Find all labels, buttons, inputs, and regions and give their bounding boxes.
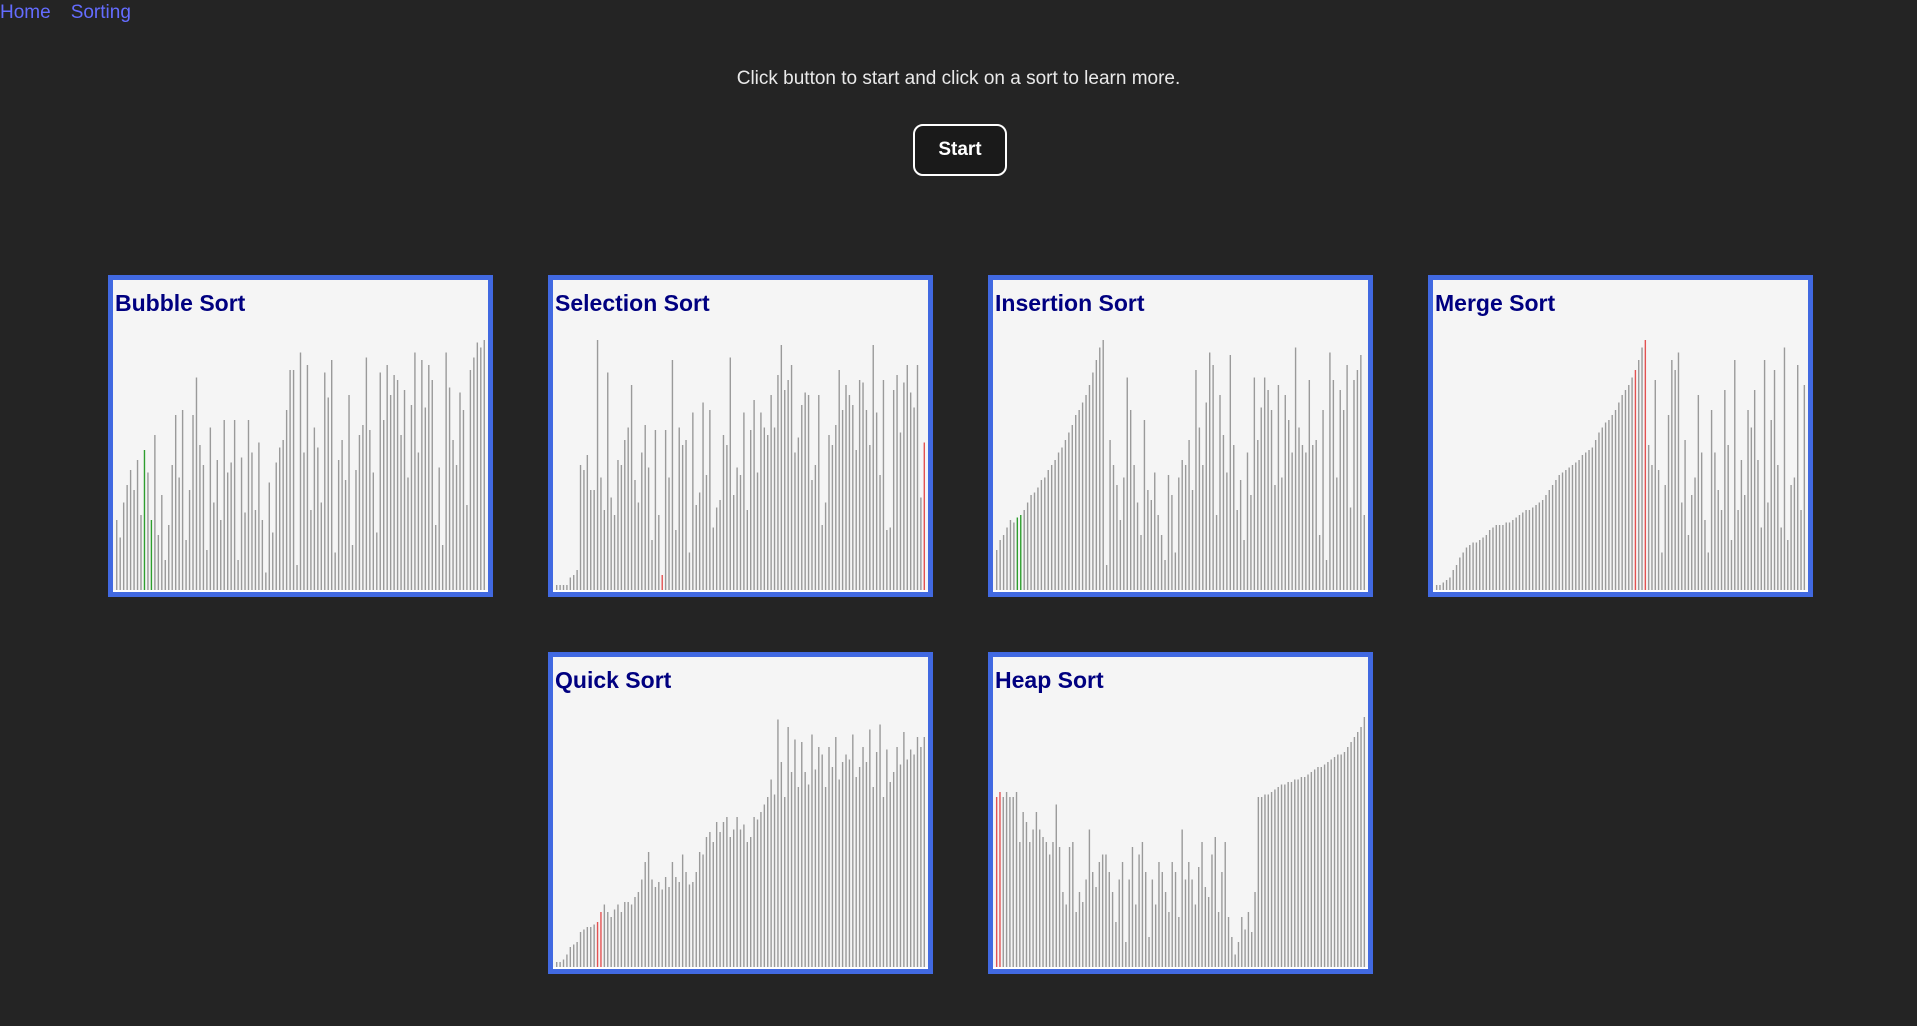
sort-card-bubble[interactable]: Bubble Sort	[108, 275, 493, 597]
sort-card-quick[interactable]: Quick Sort	[548, 652, 933, 974]
quick-sort-bars	[553, 719, 928, 969]
heap-sort-bars	[993, 717, 1368, 969]
start-button[interactable]: Start	[913, 124, 1007, 176]
nav-home-link[interactable]: Home	[0, 2, 51, 24]
sort-card-insertion[interactable]: Insertion Sort	[988, 275, 1373, 597]
selection-sort-bars	[553, 340, 928, 592]
merge-sort-bars	[1433, 340, 1808, 592]
sort-card-merge[interactable]: Merge Sort	[1428, 275, 1813, 597]
sort-card-heap[interactable]: Heap Sort	[988, 652, 1373, 974]
sort-card-selection[interactable]: Selection Sort	[548, 275, 933, 597]
nav-sorting-link[interactable]: Sorting	[71, 2, 131, 24]
bubble-sort-bars	[113, 340, 488, 592]
insertion-sort-bars	[993, 340, 1368, 592]
instructions-text: Click button to start and click on a sor…	[736, 68, 1181, 89]
top-nav: Home Sorting	[0, 2, 131, 24]
